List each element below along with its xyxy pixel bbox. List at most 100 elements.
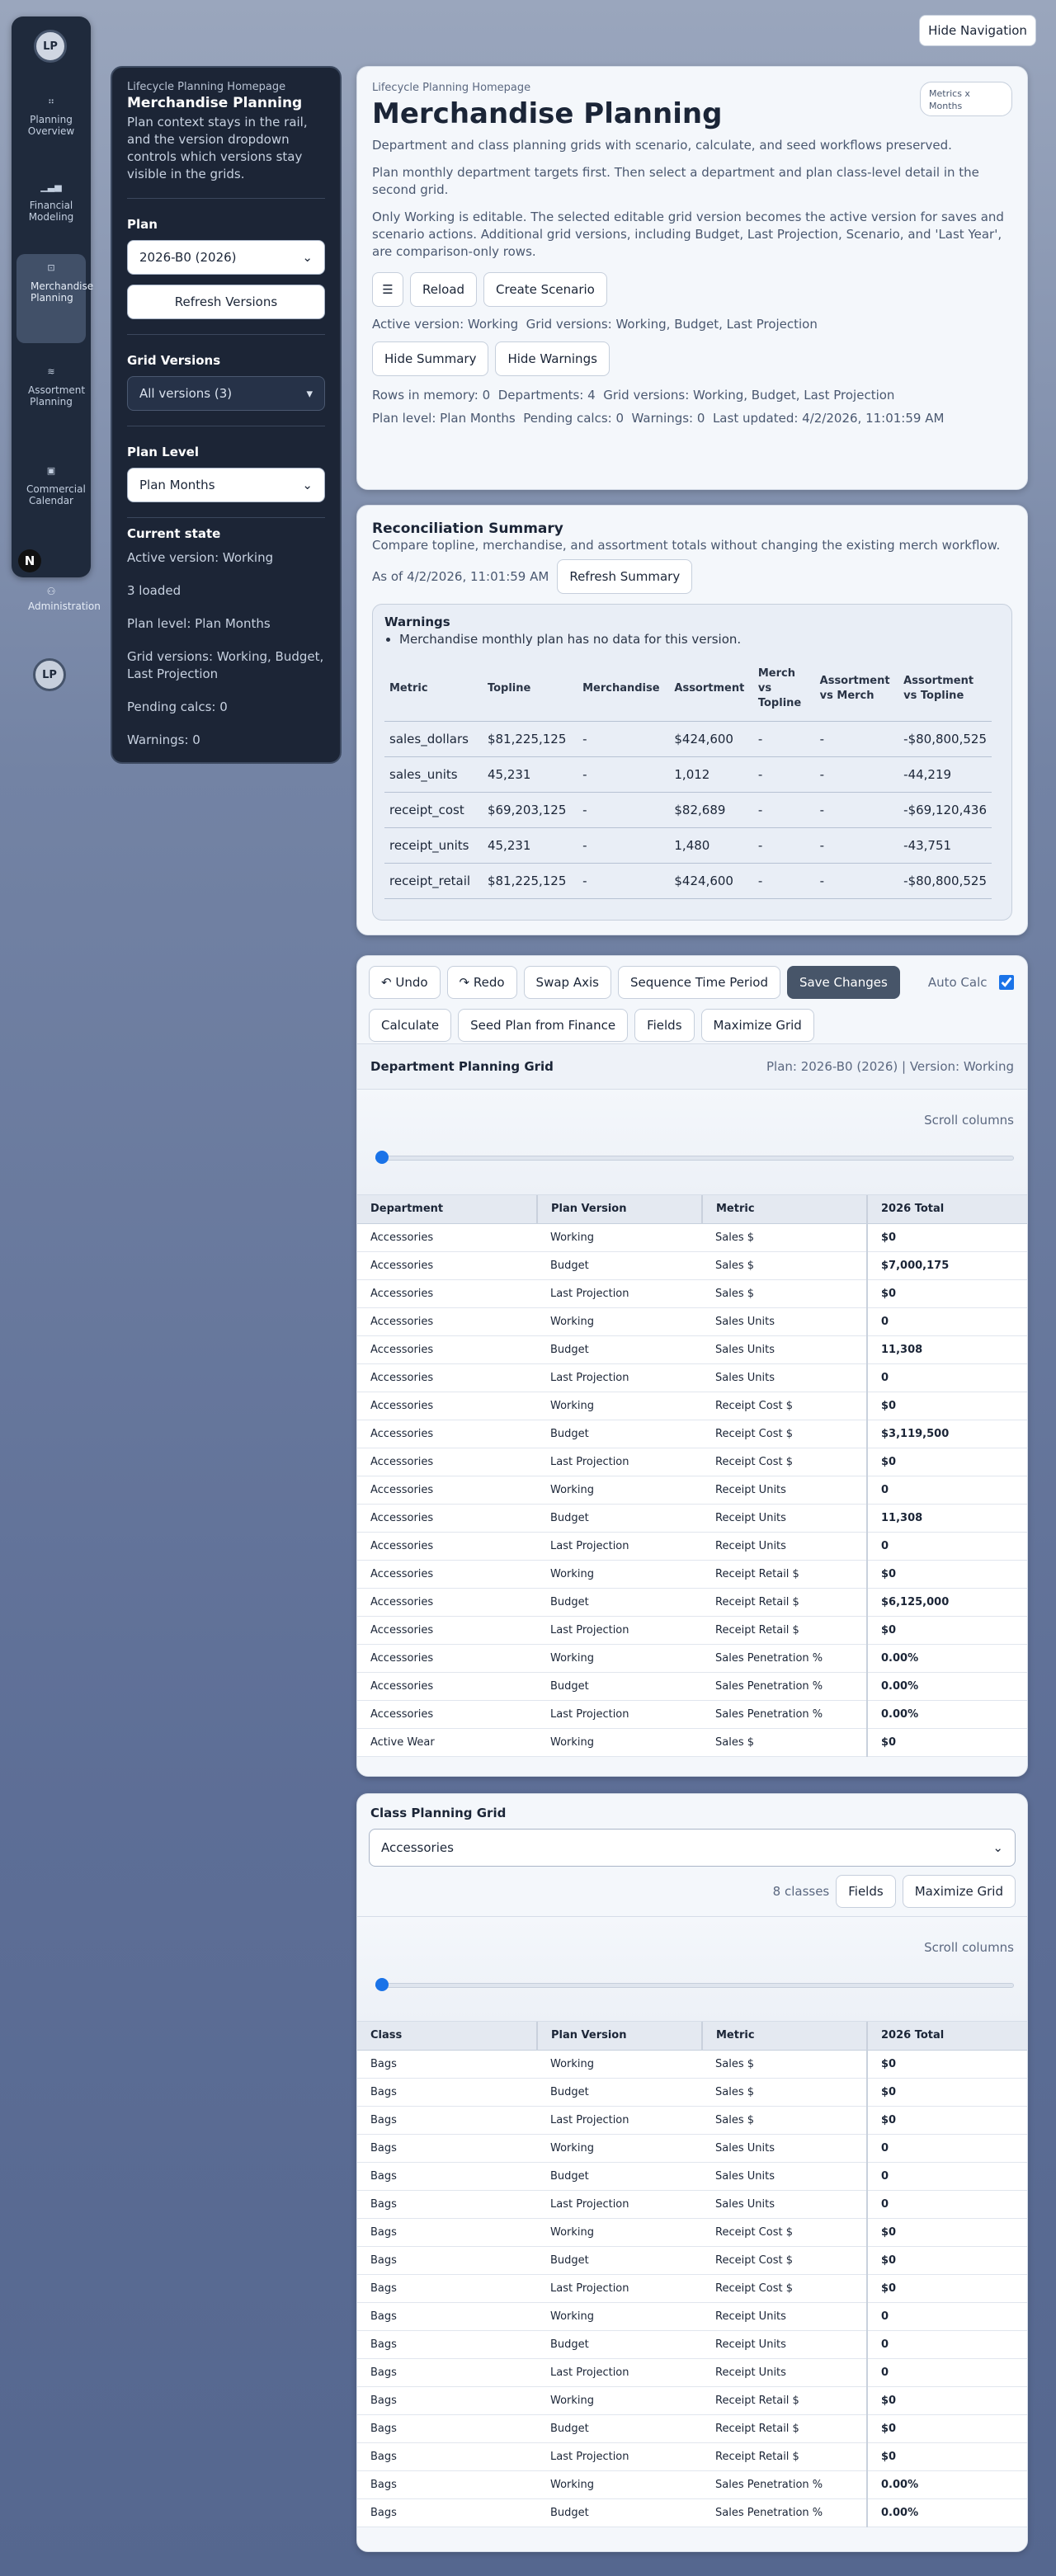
table-cell[interactable]: 0.00% (866, 1672, 1027, 1701)
table-row[interactable]: Bags Working Receipt Cost $ $0 (357, 2218, 1027, 2247)
table-row[interactable]: Bags Last Projection Receipt Units 0 (357, 2358, 1027, 2387)
refresh-versions-button[interactable]: Refresh Versions (127, 285, 325, 319)
table-row[interactable]: Accessories Budget Sales $ $7,000,175 (357, 1251, 1027, 1280)
seed-plan-button[interactable]: Seed Plan from Finance (458, 1009, 629, 1042)
table-cell[interactable]: 0.00% (866, 2470, 1027, 2499)
save-changes-button[interactable]: Save Changes (786, 966, 900, 999)
auto-calc-checkbox[interactable] (998, 975, 1014, 990)
table-row[interactable]: Active Wear Working Sales $ $0 (357, 1728, 1027, 1757)
reload-button[interactable]: Reload (410, 272, 478, 307)
table-cell[interactable]: 0 (866, 1476, 1027, 1505)
table-row[interactable]: sales_dollars $81,225,125- $424,600- - -$80,… (384, 721, 992, 757)
department-select[interactable]: Accessories ⌄ (369, 1829, 1016, 1867)
table-row[interactable]: Accessories Working Receipt Cost $ $0 (357, 1392, 1027, 1420)
table-cell[interactable]: $0 (866, 1448, 1027, 1476)
table-row[interactable]: Accessories Working Receipt Units 0 (357, 1476, 1027, 1505)
table-cell[interactable]: 0 (866, 1307, 1027, 1336)
nav-item-financial-modeling[interactable]: ▁▃▅ Financial Modeling (16, 178, 86, 244)
grid-versions-select[interactable]: All versions (3) ▾ (127, 376, 325, 411)
table-row[interactable]: Bags Working Receipt Retail $ $0 (357, 2386, 1027, 2415)
column-header[interactable]: Plan Version (536, 1195, 702, 1224)
plan-select[interactable]: 2026-B0 (2026) ⌄ (127, 240, 325, 275)
column-header[interactable]: 2026 Total (866, 1195, 1027, 1224)
table-row[interactable]: Bags Last Projection Receipt Cost $ $0 (357, 2274, 1027, 2303)
table-cell[interactable]: $7,000,175 (866, 1251, 1027, 1280)
table-cell[interactable]: 0 (866, 2134, 1027, 2163)
table-cell[interactable]: 0 (866, 2358, 1027, 2387)
hide-summary-button[interactable]: Hide Summary (372, 341, 489, 376)
swap-axis-button[interactable]: Swap Axis (523, 966, 611, 999)
table-row[interactable]: Accessories Last Projection Sales Units 0 (357, 1363, 1027, 1392)
column-header[interactable]: Plan Version (536, 2022, 702, 2051)
table-cell[interactable]: $0 (866, 2246, 1027, 2275)
plan-level-select[interactable]: Plan Months ⌄ (127, 468, 325, 502)
table-row[interactable]: Bags Budget Sales Units 0 (357, 2162, 1027, 2191)
table-cell[interactable]: $0 (866, 2414, 1027, 2443)
hide-warnings-button[interactable]: Hide Warnings (495, 341, 610, 376)
table-row[interactable]: Bags Working Sales Units 0 (357, 2134, 1027, 2163)
table-row[interactable]: Accessories Last Projection Sales $ $0 (357, 1279, 1027, 1308)
table-row[interactable]: Accessories Working Sales Units 0 (357, 1307, 1027, 1336)
table-cell[interactable]: $0 (866, 1279, 1027, 1308)
table-cell[interactable]: 0 (866, 2302, 1027, 2331)
scroll-track[interactable] (375, 1983, 1014, 1988)
column-header[interactable]: Metric (701, 1195, 867, 1224)
menu-button[interactable]: ☰ (372, 272, 403, 307)
column-header[interactable]: Class (357, 2022, 537, 2051)
table-cell[interactable]: $0 (866, 2442, 1027, 2471)
view-mode-chip[interactable]: Metrics x Months (920, 82, 1012, 116)
table-row[interactable]: Bags Budget Sales Penetration % 0.00% (357, 2498, 1027, 2527)
nav-item-merchandise-planning[interactable]: ⊡ Merchandise Planning (16, 254, 93, 343)
refresh-summary-button[interactable]: Refresh Summary (557, 559, 693, 594)
nav-item-administration[interactable]: ⚇ Administration (16, 586, 101, 612)
table-row[interactable]: Bags Budget Receipt Units 0 (357, 2330, 1027, 2359)
table-cell[interactable]: 0.00% (866, 1700, 1027, 1729)
table-row[interactable]: Bags Last Projection Receipt Retail $ $0 (357, 2442, 1027, 2471)
table-cell[interactable]: $0 (866, 2274, 1027, 2303)
column-header[interactable]: Department (357, 1195, 537, 1224)
table-row[interactable]: Accessories Working Sales Penetration % 0.0… (357, 1644, 1027, 1673)
table-row[interactable]: receipt_cost $69,203,125- $82,689- - -$69,12… (384, 792, 992, 828)
maximize-grid-button[interactable]: Maximize Grid (700, 1009, 814, 1042)
calculate-button[interactable]: Calculate (369, 1009, 452, 1042)
column-header[interactable]: Metric (701, 2022, 867, 2051)
table-cell[interactable]: $0 (866, 1392, 1027, 1420)
table-row[interactable]: sales_units 45,231-1,012- - -44,219 (384, 756, 992, 793)
table-row[interactable]: Accessories Last Projection Receipt Retail… (357, 1616, 1027, 1645)
scroll-thumb[interactable] (375, 1151, 389, 1164)
redo-button[interactable]: ↷ Redo (446, 966, 517, 999)
maximize-grid-button[interactable]: Maximize Grid (902, 1875, 1016, 1908)
nav-item-commercial-calendar[interactable]: ▣ Commercial Calendar (16, 462, 86, 544)
table-cell[interactable]: 0 (866, 1532, 1027, 1561)
table-row[interactable]: Accessories Last Projection Receipt Units 0 (357, 1532, 1027, 1561)
table-row[interactable]: Accessories Budget Receipt Cost $ $3,119,50… (357, 1420, 1027, 1448)
table-cell[interactable]: 11,308 (866, 1504, 1027, 1533)
table-cell[interactable]: 11,308 (866, 1335, 1027, 1364)
table-row[interactable]: Bags Last Projection Sales $ $0 (357, 2106, 1027, 2135)
table-row[interactable]: Accessories Budget Receipt Retail $ $6,125,… (357, 1588, 1027, 1617)
table-row[interactable]: Bags Working Sales Penetration % 0.00% (357, 2470, 1027, 2499)
nav-item-assortment-planning[interactable]: ≋ Assortment Planning (16, 363, 86, 445)
profile-avatar[interactable]: LP (33, 658, 66, 691)
undo-button[interactable]: ↶ Undo (369, 966, 441, 999)
table-cell[interactable]: 0.00% (866, 2498, 1027, 2527)
column-header[interactable]: 2026 Total (866, 2022, 1027, 2051)
table-row[interactable]: receipt_retail $81,225,125- $424,600- - -$80… (384, 863, 992, 899)
create-scenario-button[interactable]: Create Scenario (483, 272, 607, 307)
user-avatar[interactable]: LP (34, 30, 67, 63)
table-row[interactable]: Bags Working Receipt Units 0 (357, 2302, 1027, 2331)
table-row[interactable]: receipt_units 45,231-1,480- - -43,751 (384, 827, 992, 864)
table-cell[interactable]: $0 (866, 1616, 1027, 1645)
table-cell[interactable]: 0 (866, 2162, 1027, 2191)
table-cell[interactable]: $0 (866, 1728, 1027, 1757)
table-row[interactable]: Bags Budget Receipt Cost $ $0 (357, 2246, 1027, 2275)
table-row[interactable]: Bags Last Projection Sales Units 0 (357, 2190, 1027, 2219)
scroll-thumb[interactable] (375, 1978, 389, 1991)
table-row[interactable]: Bags Budget Sales $ $0 (357, 2078, 1027, 2107)
table-cell[interactable]: 0 (866, 2330, 1027, 2359)
table-row[interactable]: Accessories Budget Receipt Units 11,308 (357, 1504, 1027, 1533)
table-row[interactable]: Accessories Budget Sales Penetration % 0.00… (357, 1672, 1027, 1701)
table-cell[interactable]: $0 (866, 2386, 1027, 2415)
scroll-track[interactable] (375, 1156, 1014, 1161)
table-cell[interactable]: $0 (866, 2106, 1027, 2135)
